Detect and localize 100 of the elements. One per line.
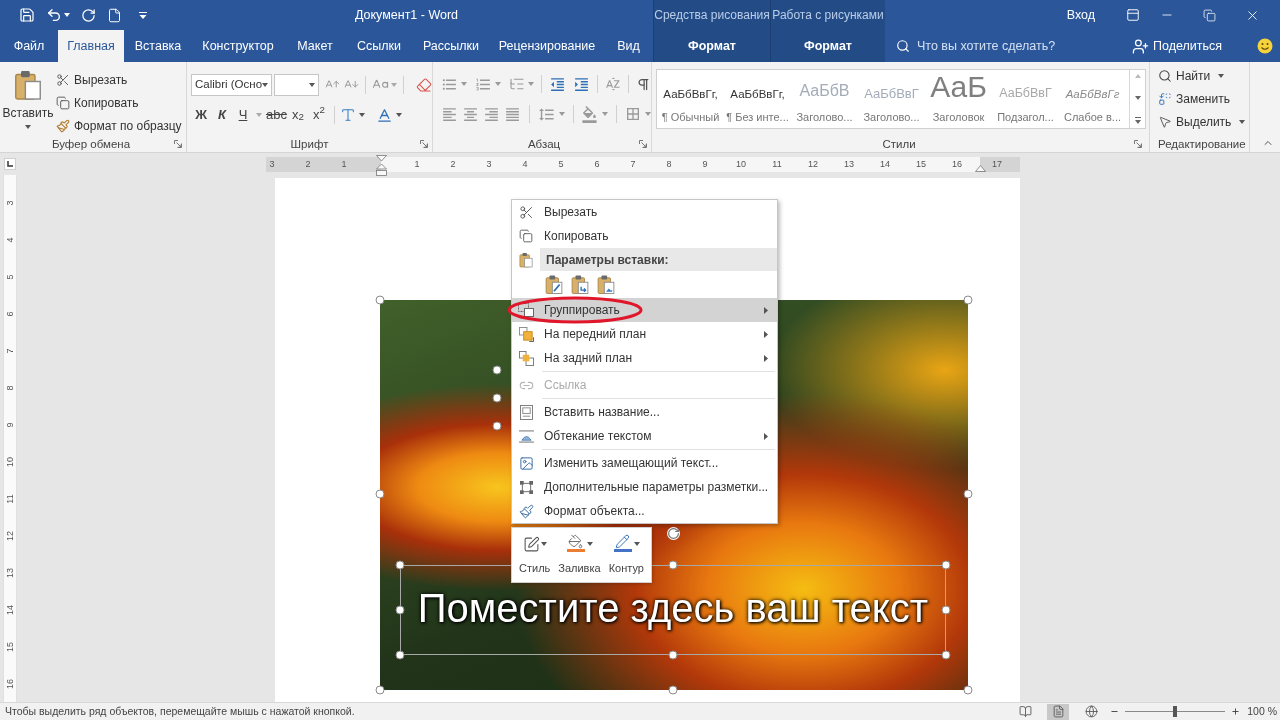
editing-command[interactable]: Выделить [1158,112,1249,132]
tab-stop-icon[interactable] [4,158,16,170]
letter-t-icon[interactable] [339,107,356,123]
menu-item[interactable]: Вырезать [512,200,777,224]
selection-handle[interactable] [492,393,502,403]
outdent-icon[interactable] [549,75,566,93]
contextual-tab[interactable]: Формат [653,30,770,62]
ribbon-tab[interactable]: Макет [284,30,346,62]
zoom-percent[interactable]: 100 % [1247,703,1280,720]
selection-handle[interactable] [395,605,405,615]
indent-icon[interactable] [573,75,590,93]
dialog-launcher-icon[interactable] [1134,140,1142,148]
paste-option-icon[interactable] [571,274,589,295]
menu-item[interactable]: На задний план [512,346,777,370]
dialog-launcher-icon[interactable] [639,140,647,148]
ribbon-tab[interactable]: Главная [58,30,124,62]
share-button[interactable]: Поделиться [1131,30,1222,62]
clipboard-command[interactable]: Вырезать [56,70,182,90]
align-center-icon[interactable] [462,105,479,123]
paste-option-icon[interactable] [597,274,615,295]
editing-command[interactable]: Заменить [1158,89,1249,109]
selection-handle[interactable] [375,685,385,695]
ribbon-tab[interactable]: Файл [0,30,58,62]
selection-handle[interactable] [941,605,951,615]
style-item[interactable]: АаБбВвГг, ¶ Обычный [657,70,724,128]
indent-marker-icon[interactable] [376,155,387,177]
style-item[interactable]: АаБбВвГг, ¶ Без инте... [724,70,791,128]
ribbon-tab[interactable]: Вставка [124,30,192,62]
format-button[interactable]: abc [266,105,287,125]
sign-in-link[interactable]: Вход [1066,5,1095,25]
dialog-launcher-icon[interactable] [174,140,182,148]
selection-handle[interactable] [941,560,951,570]
clipboard-command[interactable]: Копировать [56,93,182,113]
editing-command[interactable]: Найти [1158,66,1249,86]
menu-item[interactable]: Изменить замещающий текст... [512,451,777,475]
menu-item[interactable]: На передний план [512,322,777,346]
format-button[interactable]: x$^{2}$ [308,105,329,125]
format-button[interactable]: К [212,105,232,125]
justify-icon[interactable] [504,105,521,123]
multilevel-list-icon[interactable] [509,76,525,92]
save-icon[interactable] [19,7,35,23]
format-button[interactable]: Ж [191,105,211,125]
selection-handle[interactable] [668,650,678,660]
print-layout-button[interactable] [1047,703,1070,720]
selection-handle[interactable] [492,421,502,431]
menu-item[interactable]: Вставить название... [512,400,777,424]
font-size-field[interactable] [274,73,320,96]
ribbon-tab[interactable]: Конструктор [192,30,284,62]
ribbon-tab[interactable]: Ссылки [346,30,412,62]
selection-handle[interactable] [375,295,385,305]
align-right-icon[interactable] [483,105,500,123]
tell-me-field[interactable]: Что вы хотите сделать? [917,36,1056,56]
eraser-icon[interactable] [416,76,432,93]
more-styles-icon[interactable] [1134,117,1141,124]
paste-button[interactable]: Вставить [0,67,56,136]
selection-handle[interactable] [963,295,973,305]
underlined-a-icon[interactable] [375,106,393,124]
style-item[interactable]: АаБбВвГ Заголово... [858,70,925,128]
menu-item[interactable]: Обтекание текстом [512,424,777,448]
line-caret-icon[interactable] [139,11,147,19]
selection-handle[interactable] [668,560,678,570]
circular-arrow-icon[interactable] [81,7,96,23]
panel-icon[interactable] [1126,8,1140,22]
paint-bucket-icon[interactable] [581,105,599,123]
align-left-icon[interactable] [441,105,458,123]
dialog-launcher-icon[interactable] [420,140,428,148]
ribbon-tab[interactable]: Рассылки [412,30,490,62]
paste-option-icon[interactable] [545,274,563,295]
blank-page-icon[interactable] [107,7,122,23]
menu-item[interactable]: Формат объекта... [512,499,777,523]
rotate-handle-icon[interactable] [667,527,680,540]
format-button[interactable]: Ч [233,105,253,125]
zoom-slider-thumb[interactable] [1173,706,1178,717]
format-button[interactable]: x$_{2}$ [287,105,308,125]
contextual-tab[interactable]: Формат [770,30,885,62]
grid-icon[interactable] [625,106,641,122]
style-item[interactable]: АаБбВвГ Подзагол... [992,70,1059,128]
clipboard-command[interactable]: Формат по образцу [56,116,182,136]
restore-icon[interactable] [1203,8,1216,22]
selection-handle[interactable] [492,365,502,375]
indent-marker-icon[interactable] [975,165,986,172]
ribbon-tab[interactable]: Вид [604,30,653,62]
plus-icon[interactable] [1231,707,1241,716]
menu-item[interactable]: Дополнительные параметры разметки... [512,475,777,499]
selection-handle[interactable] [395,650,405,660]
selection-handle[interactable] [963,685,973,695]
smiley-icon[interactable] [1257,38,1273,54]
selection-handle[interactable] [941,650,951,660]
undo-icon[interactable] [46,7,62,23]
selection-handle[interactable] [668,685,678,695]
selection-handle[interactable] [375,489,385,499]
style-item[interactable]: АаБбВ Заголово... [791,70,858,128]
pilcrow-icon[interactable] [636,76,651,92]
style-item[interactable]: АаБ Заголовок [925,70,992,128]
font-name-field[interactable]: Calibri (Осно [191,73,273,96]
style-item[interactable]: АаБбВвГг Слабое в... [1059,70,1126,128]
selection-handle[interactable] [395,560,405,570]
ribbon-tab[interactable]: Рецензирование [490,30,604,62]
search-icon[interactable] [896,39,910,53]
menu-item[interactable]: Копировать [512,224,777,248]
